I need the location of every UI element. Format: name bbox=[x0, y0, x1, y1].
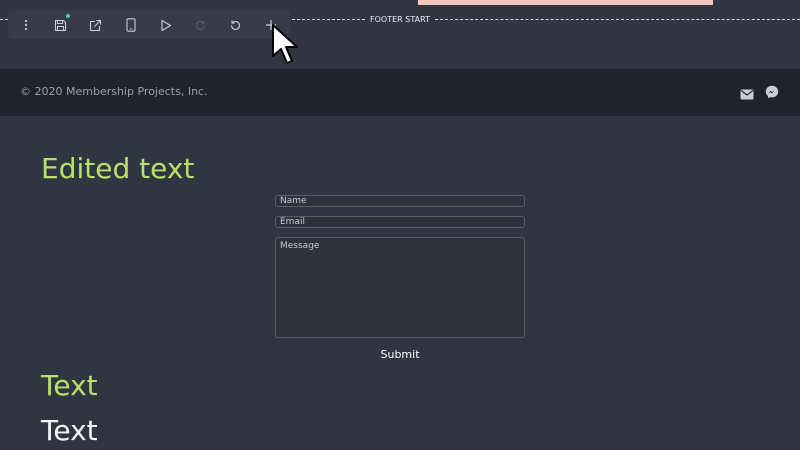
more-button[interactable] bbox=[8, 11, 43, 39]
save-button[interactable] bbox=[43, 11, 78, 39]
more-vertical-icon bbox=[24, 19, 27, 31]
open-external-button[interactable] bbox=[78, 11, 113, 39]
message-field[interactable] bbox=[275, 237, 525, 338]
marker-line-right bbox=[435, 19, 800, 20]
email-field[interactable] bbox=[275, 216, 525, 228]
marker-line-left bbox=[0, 19, 8, 20]
edited-text-heading[interactable]: Edited text bbox=[41, 152, 194, 186]
editor-canvas-top: FOOTER START bbox=[0, 0, 800, 69]
mobile-icon bbox=[125, 18, 136, 32]
redo-icon bbox=[195, 20, 206, 30]
text-white-block[interactable]: Text bbox=[41, 414, 98, 448]
editor-toolbar bbox=[8, 11, 290, 39]
save-icon bbox=[54, 19, 67, 31]
submit-button[interactable]: Submit bbox=[360, 345, 440, 363]
redo-button[interactable] bbox=[183, 11, 218, 39]
footer-start-label: FOOTER START bbox=[365, 14, 435, 26]
mobile-preview-button[interactable] bbox=[113, 11, 148, 39]
messenger-link[interactable] bbox=[765, 84, 779, 103]
site-footer: © 2020 Membership Projects, Inc. bbox=[0, 69, 800, 116]
unsaved-indicator bbox=[66, 14, 70, 18]
mail-link[interactable] bbox=[740, 85, 754, 104]
marker-line-mid bbox=[292, 19, 365, 20]
mouse-cursor-icon bbox=[272, 24, 298, 64]
preview-button[interactable] bbox=[148, 11, 183, 39]
footer-copyright: © 2020 Membership Projects, Inc. bbox=[20, 85, 208, 98]
mail-icon bbox=[740, 89, 754, 100]
name-field[interactable] bbox=[275, 195, 525, 207]
undo-icon bbox=[230, 20, 241, 30]
undo-button[interactable] bbox=[218, 11, 253, 39]
text-green-block[interactable]: Text bbox=[41, 369, 98, 403]
external-link-icon bbox=[89, 19, 102, 31]
pink-section-edge bbox=[418, 0, 713, 5]
play-icon bbox=[160, 19, 171, 31]
messenger-icon bbox=[765, 85, 779, 99]
